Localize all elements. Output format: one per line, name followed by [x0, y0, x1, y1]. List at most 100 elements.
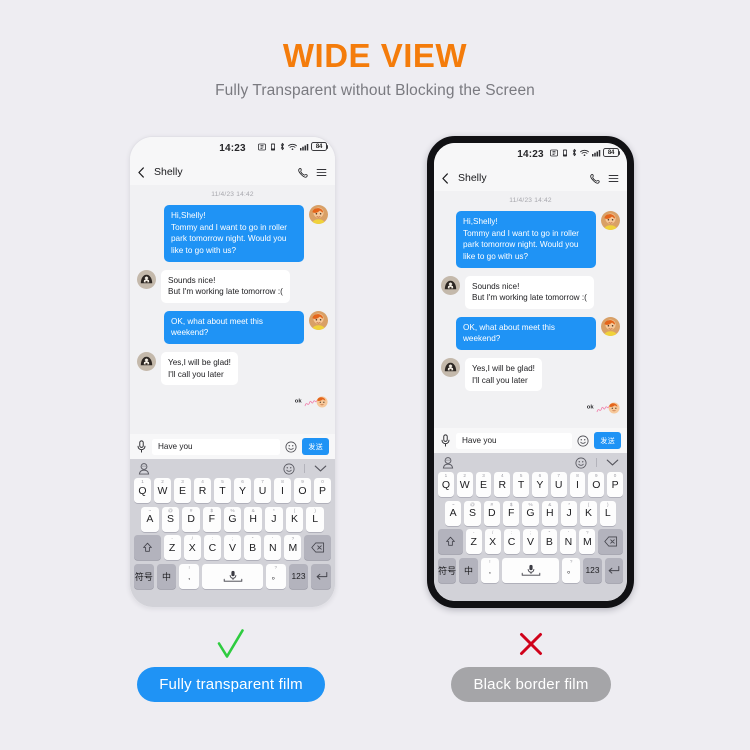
emoji-smiley-icon[interactable] [283, 462, 295, 475]
language-toggle-key[interactable]: 中 [156, 563, 177, 589]
key-v[interactable]: ; V [522, 529, 539, 554]
key-s[interactable]: @ S [161, 506, 180, 532]
key-e[interactable]: 3E [475, 472, 492, 497]
key-i[interactable]: 8I [274, 478, 291, 503]
key-g[interactable]: % G [522, 500, 539, 526]
key-j[interactable]: * J [560, 500, 578, 526]
key-q[interactable]: 1Q [438, 472, 454, 497]
key-b[interactable]: " B [244, 535, 262, 560]
keyboard-row-1: 1Q 2W 3E 4R 5T 6Y 7U 8I 9O 0P [132, 478, 333, 503]
emoji-smiley-icon[interactable] [575, 456, 587, 469]
period-key[interactable]: ?。 [561, 557, 581, 583]
numbers-key[interactable]: 123 [288, 563, 309, 589]
key-p[interactable]: 0P [607, 472, 623, 497]
key-t[interactable]: 5T [214, 478, 231, 503]
key-h[interactable]: & H [541, 500, 558, 526]
period-key[interactable]: ?。 [266, 563, 286, 589]
space-key[interactable] [202, 563, 263, 589]
backspace-key[interactable] [304, 535, 331, 560]
key-x[interactable]: / X [183, 535, 201, 560]
key-z[interactable]: -Z [163, 535, 181, 560]
key-r[interactable]: 4R [194, 478, 211, 503]
key-p[interactable]: 0P [314, 478, 331, 503]
comma-key[interactable]: !, [179, 563, 200, 589]
phone-mockup-transparent: 14:23 84 Shelly 11/4/23 14:42 Hi,Shelly!… [129, 136, 336, 608]
key-k[interactable]: (K [285, 506, 304, 532]
shift-key[interactable] [134, 535, 161, 560]
back-icon[interactable] [440, 172, 451, 184]
key-w[interactable]: 2W [456, 472, 473, 497]
chevron-down-icon[interactable] [314, 464, 327, 473]
key-y[interactable]: 6Y [532, 472, 548, 497]
phone-icon[interactable] [298, 167, 309, 178]
comma-key[interactable]: !, [480, 557, 500, 583]
search-input[interactable]: Have you [152, 438, 281, 455]
key-d[interactable]: # D [483, 500, 500, 526]
shift-key[interactable] [438, 529, 463, 554]
key-n[interactable]: ' N [264, 535, 282, 560]
verdict-negative: Black border film [382, 627, 680, 702]
symbols-key[interactable]: 符号 [437, 557, 457, 583]
key-o[interactable]: 9O [294, 478, 311, 503]
key-z[interactable]: -Z [465, 529, 482, 554]
hamburger-menu-icon[interactable] [316, 167, 327, 178]
key-b[interactable]: " B [541, 529, 558, 554]
key-hint: : [510, 530, 513, 535]
key-c[interactable]: :C [203, 535, 221, 560]
enter-key[interactable] [604, 557, 624, 583]
key-e[interactable]: 3E [174, 478, 191, 503]
key-v[interactable]: ; V [223, 535, 242, 560]
key-m[interactable]: ? M [579, 529, 596, 554]
key-l[interactable]: ) L [599, 500, 616, 526]
key-j[interactable]: * J [265, 506, 283, 532]
key-a[interactable]: ~ A [445, 500, 462, 526]
key-m[interactable]: ? M [284, 535, 302, 560]
enter-key[interactable] [311, 563, 332, 589]
key-n[interactable]: ' N [560, 529, 577, 554]
sticker-face-icon[interactable] [442, 456, 454, 469]
key-c[interactable]: :C [503, 529, 520, 554]
key-t[interactable]: 5T [513, 472, 529, 497]
key-hint: 2 [161, 479, 164, 484]
send-button[interactable]: 发送 [302, 438, 329, 455]
key-g[interactable]: % G [223, 506, 242, 532]
message-row-outgoing-1: Hi,Shelly! Tommy and I want to go in rol… [137, 205, 328, 262]
day-stamp: 11/4/23 14:42 [211, 191, 254, 198]
enter-return-icon [608, 565, 620, 574]
microphone-icon[interactable] [136, 440, 147, 453]
hamburger-menu-icon[interactable] [608, 173, 619, 184]
sticker-face-icon[interactable] [138, 462, 150, 475]
key-o[interactable]: 9O [588, 472, 605, 497]
key-u[interactable]: 7U [550, 472, 567, 497]
key-r[interactable]: 4R [494, 472, 511, 497]
key-label: E [178, 484, 186, 497]
key-u[interactable]: 7U [254, 478, 271, 503]
numbers-key[interactable]: 123 [583, 557, 602, 583]
key-y[interactable]: 6Y [234, 478, 251, 503]
send-button[interactable]: 发送 [594, 432, 621, 449]
key-f[interactable]: $ F [203, 506, 221, 532]
chevron-down-icon[interactable] [606, 458, 619, 467]
key-q[interactable]: 1Q [134, 478, 151, 503]
emoji-smiley-icon[interactable] [285, 440, 297, 453]
backspace-key[interactable] [598, 529, 623, 554]
key-l[interactable]: ) L [306, 506, 325, 532]
symbols-key[interactable]: 符号 [134, 563, 154, 589]
microphone-icon[interactable] [440, 434, 451, 447]
search-input[interactable]: Have you [456, 432, 573, 449]
back-icon[interactable] [136, 166, 147, 178]
language-toggle-key[interactable]: 中 [459, 557, 478, 583]
key-i[interactable]: 8I [569, 472, 586, 497]
key-f[interactable]: $ F [503, 500, 520, 526]
emoji-smiley-icon[interactable] [577, 434, 589, 447]
key-h[interactable]: & H [244, 506, 263, 532]
space-key[interactable] [502, 557, 559, 583]
key-s[interactable]: @ S [464, 500, 481, 526]
key-hint: : [211, 536, 214, 541]
key-x[interactable]: / X [484, 529, 501, 554]
key-k[interactable]: (K [580, 500, 597, 526]
key-a[interactable]: ~ A [140, 506, 159, 532]
key-d[interactable]: # D [182, 506, 200, 532]
phone-icon[interactable] [590, 173, 601, 184]
key-w[interactable]: 2W [154, 478, 171, 503]
